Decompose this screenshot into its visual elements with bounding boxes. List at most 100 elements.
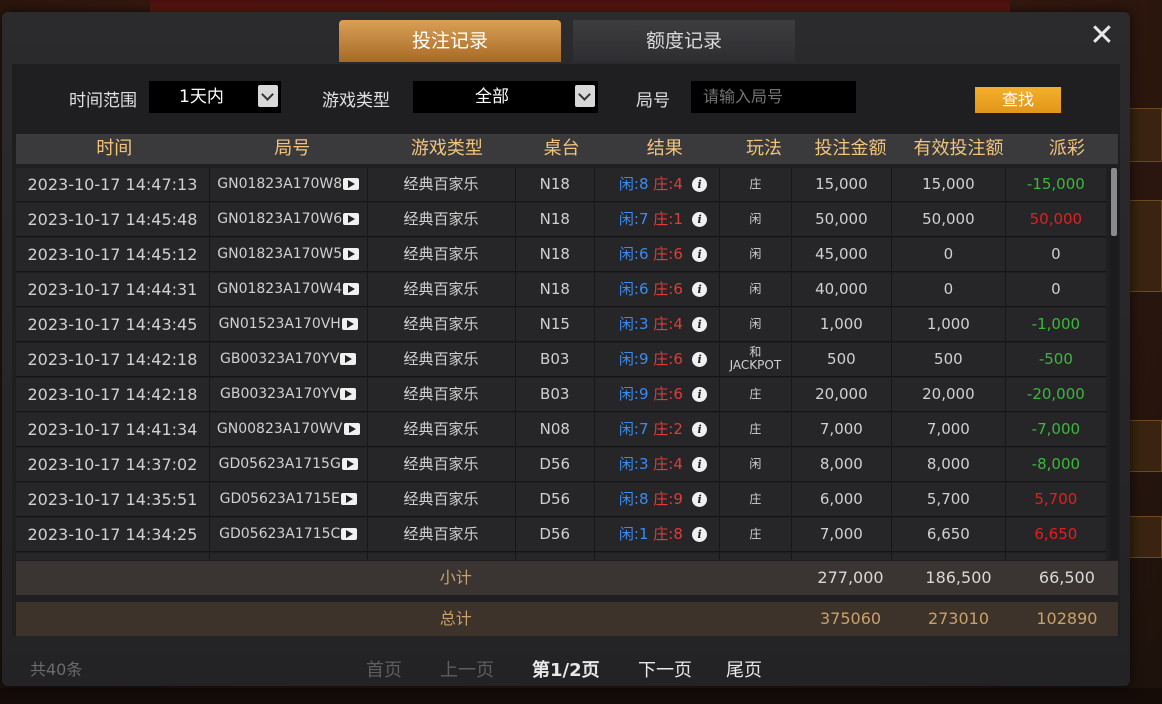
- cell-table: B03: [516, 378, 595, 411]
- cell-payout: -3,500: [1006, 553, 1106, 560]
- record-count: 共40条: [30, 660, 83, 679]
- search-button[interactable]: 查找: [975, 87, 1061, 113]
- info-icon[interactable]: i: [692, 352, 708, 367]
- cell-play: 庄: [720, 378, 792, 411]
- cell-result: 闲:1 庄:8 i: [595, 518, 721, 551]
- round-id: GN00823A170WV: [216, 421, 343, 437]
- cell-game-type: 经典百家乐: [368, 448, 516, 481]
- cell-result: 闲:6 庄:6 i: [595, 238, 721, 271]
- play-value: 闲: [749, 212, 762, 226]
- video-play-icon[interactable]: [343, 283, 360, 295]
- background-tile: [1128, 200, 1162, 292]
- result-banker: 庄:4: [653, 455, 683, 473]
- total-valid: 273010: [927, 609, 990, 628]
- result-player: 闲:6: [618, 280, 649, 298]
- play-value: 闲: [749, 247, 762, 261]
- header-time: 时间: [96, 138, 133, 159]
- bet-record-modal: 投注记录 额度记录 ✕ 时间范围 1天内 游戏类型 全部 局号 查找 时间 局号…: [2, 12, 1130, 686]
- cell-result: 闲:8 庄:4 i: [595, 168, 721, 201]
- info-icon[interactable]: i: [692, 212, 708, 227]
- play-value: 闲: [749, 457, 762, 471]
- info-icon[interactable]: i: [692, 317, 708, 332]
- cell-time: 2023-10-17 14:35:51: [16, 483, 210, 516]
- info-icon[interactable]: i: [692, 282, 708, 297]
- cell-table: N18: [516, 168, 595, 201]
- header-valid-bet: 有效投注额: [913, 138, 1004, 159]
- time-range-label: 时间范围: [69, 91, 137, 111]
- table-row: 2023-10-17 14:35:51 GD05623A1715E 经典百家乐 D56…: [16, 483, 1106, 517]
- video-play-icon[interactable]: [343, 423, 360, 435]
- cell-time: 2023-10-17 14:42:18: [16, 343, 210, 376]
- video-play-icon[interactable]: [340, 353, 357, 365]
- content-panel: 时间范围 1天内 游戏类型 全部 局号 查找 时间 局号 游戏类型 桌台 结果 …: [12, 64, 1120, 636]
- cell-game-type: 经典百家乐: [368, 378, 516, 411]
- cell-valid: 20,000: [892, 378, 1006, 411]
- cell-result: 闲:8 庄:9 i: [595, 483, 721, 516]
- video-play-icon[interactable]: [343, 213, 360, 225]
- next-page-button[interactable]: 下一页: [638, 656, 692, 682]
- table-body[interactable]: 2023-10-17 14:47:13 GN01823A170W8 经典百家乐 N18…: [16, 168, 1106, 560]
- cell-valid: 1,000: [892, 308, 1006, 341]
- play-value: 庄: [749, 527, 762, 541]
- cell-table: N18: [516, 238, 595, 271]
- cell-result: 闲:3 庄:4 i: [595, 308, 721, 341]
- cell-result: 闲:9 庄:6 i: [595, 378, 721, 411]
- game-type-label: 游戏类型: [322, 91, 390, 111]
- info-icon[interactable]: i: [692, 247, 708, 262]
- cell-table: N08: [516, 413, 595, 446]
- info-icon[interactable]: i: [692, 422, 708, 437]
- cell-result: 闲:3 庄:4 i: [595, 448, 721, 481]
- round-input[interactable]: [691, 81, 856, 113]
- first-page-button[interactable]: 首页: [366, 656, 402, 682]
- time-range-value: 1天内: [179, 87, 224, 107]
- cell-time: 2023-10-17 14:34:25: [16, 518, 210, 551]
- prev-page-button[interactable]: 上一页: [440, 656, 494, 682]
- round-label: 局号: [636, 91, 670, 111]
- info-icon[interactable]: i: [692, 457, 708, 472]
- info-icon[interactable]: i: [692, 177, 708, 192]
- total-bet: 375060: [819, 609, 882, 628]
- tab-bet-records[interactable]: 投注记录: [339, 20, 561, 62]
- tab-credit-records[interactable]: 额度记录: [573, 20, 795, 62]
- scrollbar[interactable]: [1110, 168, 1118, 560]
- close-icon: ✕: [1089, 18, 1115, 53]
- cell-valid: 5,700: [892, 483, 1006, 516]
- time-range-select[interactable]: 1天内: [149, 81, 281, 113]
- close-button[interactable]: ✕: [1088, 21, 1116, 51]
- round-id: GN01823A170W8: [217, 176, 343, 192]
- cell-valid: 15,000: [892, 168, 1006, 201]
- video-play-icon[interactable]: [341, 458, 358, 470]
- info-icon[interactable]: i: [692, 492, 708, 507]
- video-play-icon[interactable]: [343, 248, 360, 260]
- video-play-icon[interactable]: [340, 388, 357, 400]
- cell-table: B03: [516, 343, 595, 376]
- cell-round: GD05623A1715C: [210, 518, 368, 551]
- result-player: 闲:6: [618, 245, 649, 263]
- cell-round: GD05623A1715G: [210, 448, 368, 481]
- last-page-button[interactable]: 尾页: [726, 656, 762, 682]
- total-payout: 102890: [1036, 609, 1098, 628]
- cell-payout: -7,000: [1031, 420, 1081, 438]
- total-label: 总计: [439, 609, 472, 628]
- cell-payout: -20,000: [1026, 385, 1085, 403]
- game-type-select[interactable]: 全部: [413, 81, 598, 113]
- video-play-icon[interactable]: [343, 178, 360, 190]
- result-player: 闲:8: [618, 175, 649, 193]
- cell-bet: 45,000: [792, 238, 893, 271]
- round-id: GD05623A1715E: [219, 491, 340, 507]
- cell-result: 闲:9 庄:6 i: [595, 343, 721, 376]
- info-icon[interactable]: i: [692, 527, 708, 542]
- cell-payout: -500: [1038, 350, 1073, 368]
- video-play-icon[interactable]: [341, 318, 358, 330]
- video-play-icon[interactable]: [341, 528, 358, 540]
- info-icon[interactable]: i: [692, 387, 708, 402]
- round-id: GN01823A170W4: [217, 281, 343, 297]
- table-row: 2023-10-17 14:34:25 GD05623A1715C 经典百家乐 D56…: [16, 518, 1106, 552]
- table-row: 2023-10-17 14:45:48 GN01823A170W6 经典百家乐 N18…: [16, 203, 1106, 237]
- video-play-icon[interactable]: [340, 493, 357, 505]
- cell-table: N18: [516, 203, 595, 236]
- cell-bet: 8,000: [792, 448, 893, 481]
- subtotal-bet: 277,000: [817, 568, 884, 587]
- scrollbar-thumb[interactable]: [1111, 168, 1117, 236]
- cell-round: GB00323A170YV: [210, 378, 368, 411]
